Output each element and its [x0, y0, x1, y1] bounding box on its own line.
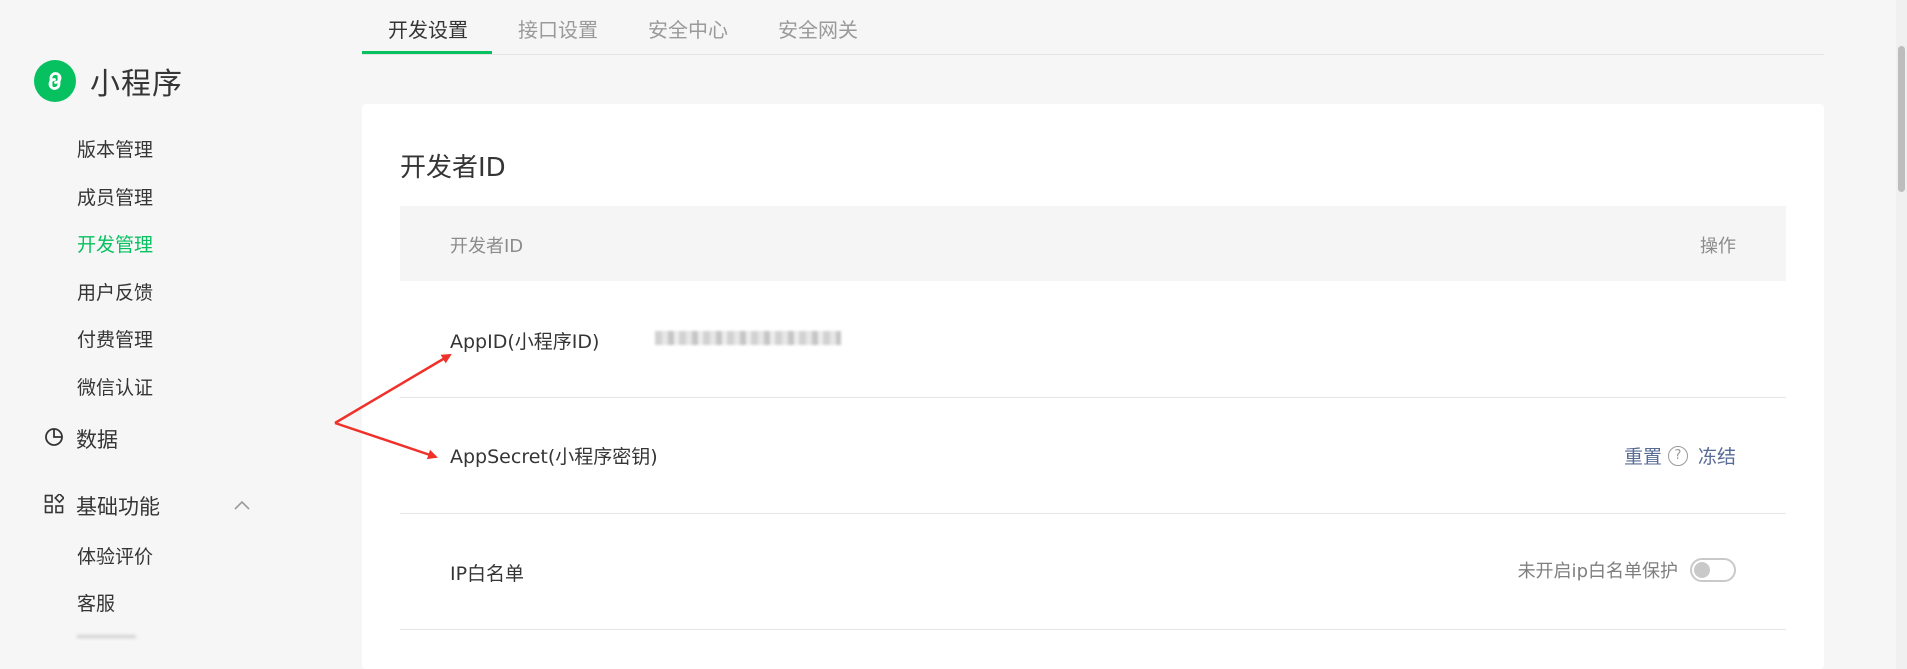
- sidebar-item-experience-rating[interactable]: 体验评价: [77, 545, 153, 569]
- ip-whitelist-status: 未开启ip白名单保护: [1517, 561, 1678, 582]
- sidebar-group-data-label: 数据: [76, 428, 118, 452]
- card-title: 开发者ID: [400, 153, 506, 183]
- reset-link[interactable]: 重置: [1624, 442, 1662, 469]
- appid-value-masked: [655, 331, 841, 345]
- toggle-knob: [1694, 562, 1710, 578]
- sidebar: 小程序 版本管理 成员管理 开发管理 用户反馈 付费管理 微信认证 数据 基础功…: [0, 0, 320, 669]
- tab-security-center[interactable]: 安全中心: [648, 14, 728, 43]
- sidebar-group-basic-label: 基础功能: [76, 495, 160, 519]
- scrollbar-thumb[interactable]: [1898, 46, 1905, 192]
- freeze-link[interactable]: 冻结: [1698, 442, 1736, 469]
- appsecret-label: AppSecret(小程序密钥): [450, 446, 658, 468]
- sidebar-group-basic[interactable]: 基础功能: [44, 492, 160, 520]
- sidebar-item-members[interactable]: 成员管理: [77, 186, 153, 210]
- grid-apps-icon: [44, 492, 65, 518]
- ip-whitelist-toggle[interactable]: [1690, 558, 1736, 582]
- appid-label: AppID(小程序ID): [450, 331, 600, 353]
- mini-program-logo-icon: [34, 60, 76, 102]
- table-row-appid: AppID(小程序ID): [400, 281, 1786, 398]
- brand[interactable]: 小程序: [34, 59, 183, 103]
- tab-api-settings[interactable]: 接口设置: [518, 14, 598, 43]
- column-header-name: 开发者ID: [450, 236, 524, 257]
- ip-whitelist-label: IP白名单: [450, 563, 525, 585]
- tab-dev-settings[interactable]: 开发设置: [388, 14, 468, 43]
- sidebar-item-payment[interactable]: 付费管理: [77, 328, 153, 352]
- brand-name: 小程序: [90, 67, 183, 102]
- ip-whitelist-actions: 未开启ip白名单保护: [1518, 557, 1736, 583]
- sidebar-item-truncated[interactable]: ▔▔▔▔: [77, 636, 135, 658]
- table-row-ip-whitelist: IP白名单 未开启ip白名单保护: [400, 513, 1786, 630]
- sidebar-item-version[interactable]: 版本管理: [77, 138, 153, 162]
- table-header: 开发者ID 操作: [400, 206, 1786, 281]
- sidebar-item-feedback[interactable]: 用户反馈: [77, 281, 153, 305]
- sidebar-item-verify[interactable]: 微信认证: [77, 376, 153, 400]
- chevron-up-icon[interactable]: [232, 497, 252, 516]
- column-header-action: 操作: [1700, 236, 1736, 257]
- sidebar-group-data[interactable]: 数据: [44, 425, 118, 453]
- table-row-appsecret: AppSecret(小程序密钥) 重置 ? 冻结: [400, 397, 1786, 514]
- sidebar-item-dev[interactable]: 开发管理: [77, 233, 153, 257]
- sidebar-item-customer-service[interactable]: 客服: [77, 592, 115, 616]
- tab-bar: 开发设置 接口设置 安全中心 安全网关: [362, 0, 1824, 55]
- appsecret-actions: 重置 ? 冻结: [1624, 442, 1736, 469]
- pie-chart-icon: [44, 427, 64, 451]
- active-tab-indicator: [362, 51, 492, 54]
- question-circle-icon[interactable]: ?: [1667, 445, 1688, 466]
- tab-security-gateway[interactable]: 安全网关: [778, 14, 858, 43]
